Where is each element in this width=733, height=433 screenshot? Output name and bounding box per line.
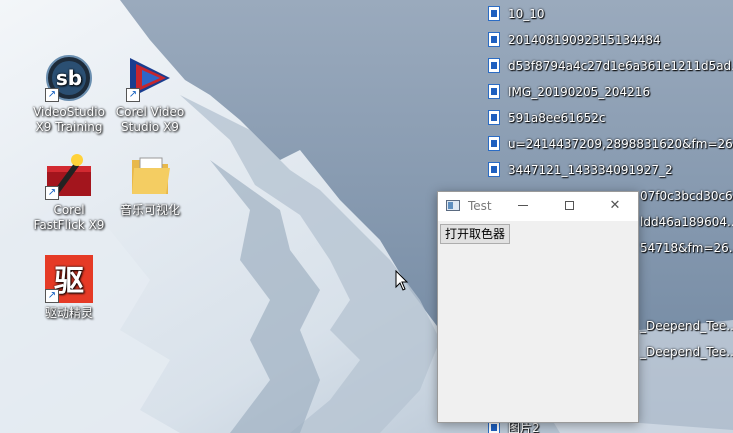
file-item[interactable]: _Deepend_Tee... [640,316,733,336]
image-file-icon [488,84,500,99]
file-item[interactable]: _Deepend_Tee... [640,342,733,362]
desktop-icon-music-visualizer[interactable]: 音乐可视化 [112,152,188,218]
image-file-icon [488,136,500,151]
driver-genius-icon: 驱 ↗ [45,255,93,303]
mouse-cursor-icon [395,270,409,291]
desktop-icon-driver-genius[interactable]: 驱 ↗ 驱动精灵 [31,255,107,321]
file-item[interactable]: 20140819092315134484 [488,30,661,50]
minimize-button[interactable] [500,192,546,221]
close-button[interactable]: ✕ [592,192,638,221]
desktop-icon-label: Corel Video Studio X9 [115,105,185,134]
minimize-icon [518,205,528,206]
desktop-icon-videostudio[interactable]: ↗ Corel Video Studio X9 [112,54,188,135]
file-item[interactable]: d53f8794a4c27d1e6a361e1211d5ad... [488,56,733,76]
desktop-icon-label: VideoStudio X9 Training [33,105,105,134]
close-icon: ✕ [609,198,621,213]
open-color-picker-button[interactable]: 打开取色器 [440,224,511,244]
file-item[interactable]: IMG_20190205_204216 [488,82,650,102]
desktop-icon-label: 驱动精灵 [44,306,93,320]
file-item[interactable]: 54718&fm=26... [640,238,733,258]
file-item[interactable]: ldd46a189604... [640,212,733,232]
window-title: Test [468,199,492,213]
corel-fastflick-icon: ↗ [45,152,93,200]
file-item[interactable]: 3447121_143334091927_2 [488,160,673,180]
image-file-icon [488,162,500,177]
corel-videostudio-training-icon: sb ↗ [45,54,93,102]
file-item[interactable]: 591a8ee61652c [488,108,605,128]
image-file-icon [488,6,500,21]
image-file-icon [488,58,500,73]
test-window[interactable]: Test ✕ 打开取色器 [437,191,639,423]
folder-icon [126,152,174,200]
file-item[interactable]: 07f0c3bcd30c6... [640,186,733,206]
desktop-icon-label: 音乐可视化 [119,203,180,217]
maximize-icon [564,201,574,210]
image-file-icon [488,110,500,125]
app-window-icon [446,200,460,211]
corel-videostudio-icon: ↗ [126,54,174,102]
desktop-icon-label: Corel FastFlick X9 [33,203,105,232]
desktop-icon-videostudio-training[interactable]: sb ↗ VideoStudio X9 Training [31,54,107,135]
file-item[interactable]: 10_10 [488,4,545,24]
window-titlebar[interactable]: Test ✕ [438,192,638,221]
maximize-button[interactable] [546,192,592,221]
desktop-icon-fastflick[interactable]: ↗ Corel FastFlick X9 [31,152,107,233]
image-file-icon [488,32,500,47]
svg-text:sb: sb [56,66,82,90]
file-item[interactable]: u=2414437209,2898831620&fm=26... [488,134,733,154]
